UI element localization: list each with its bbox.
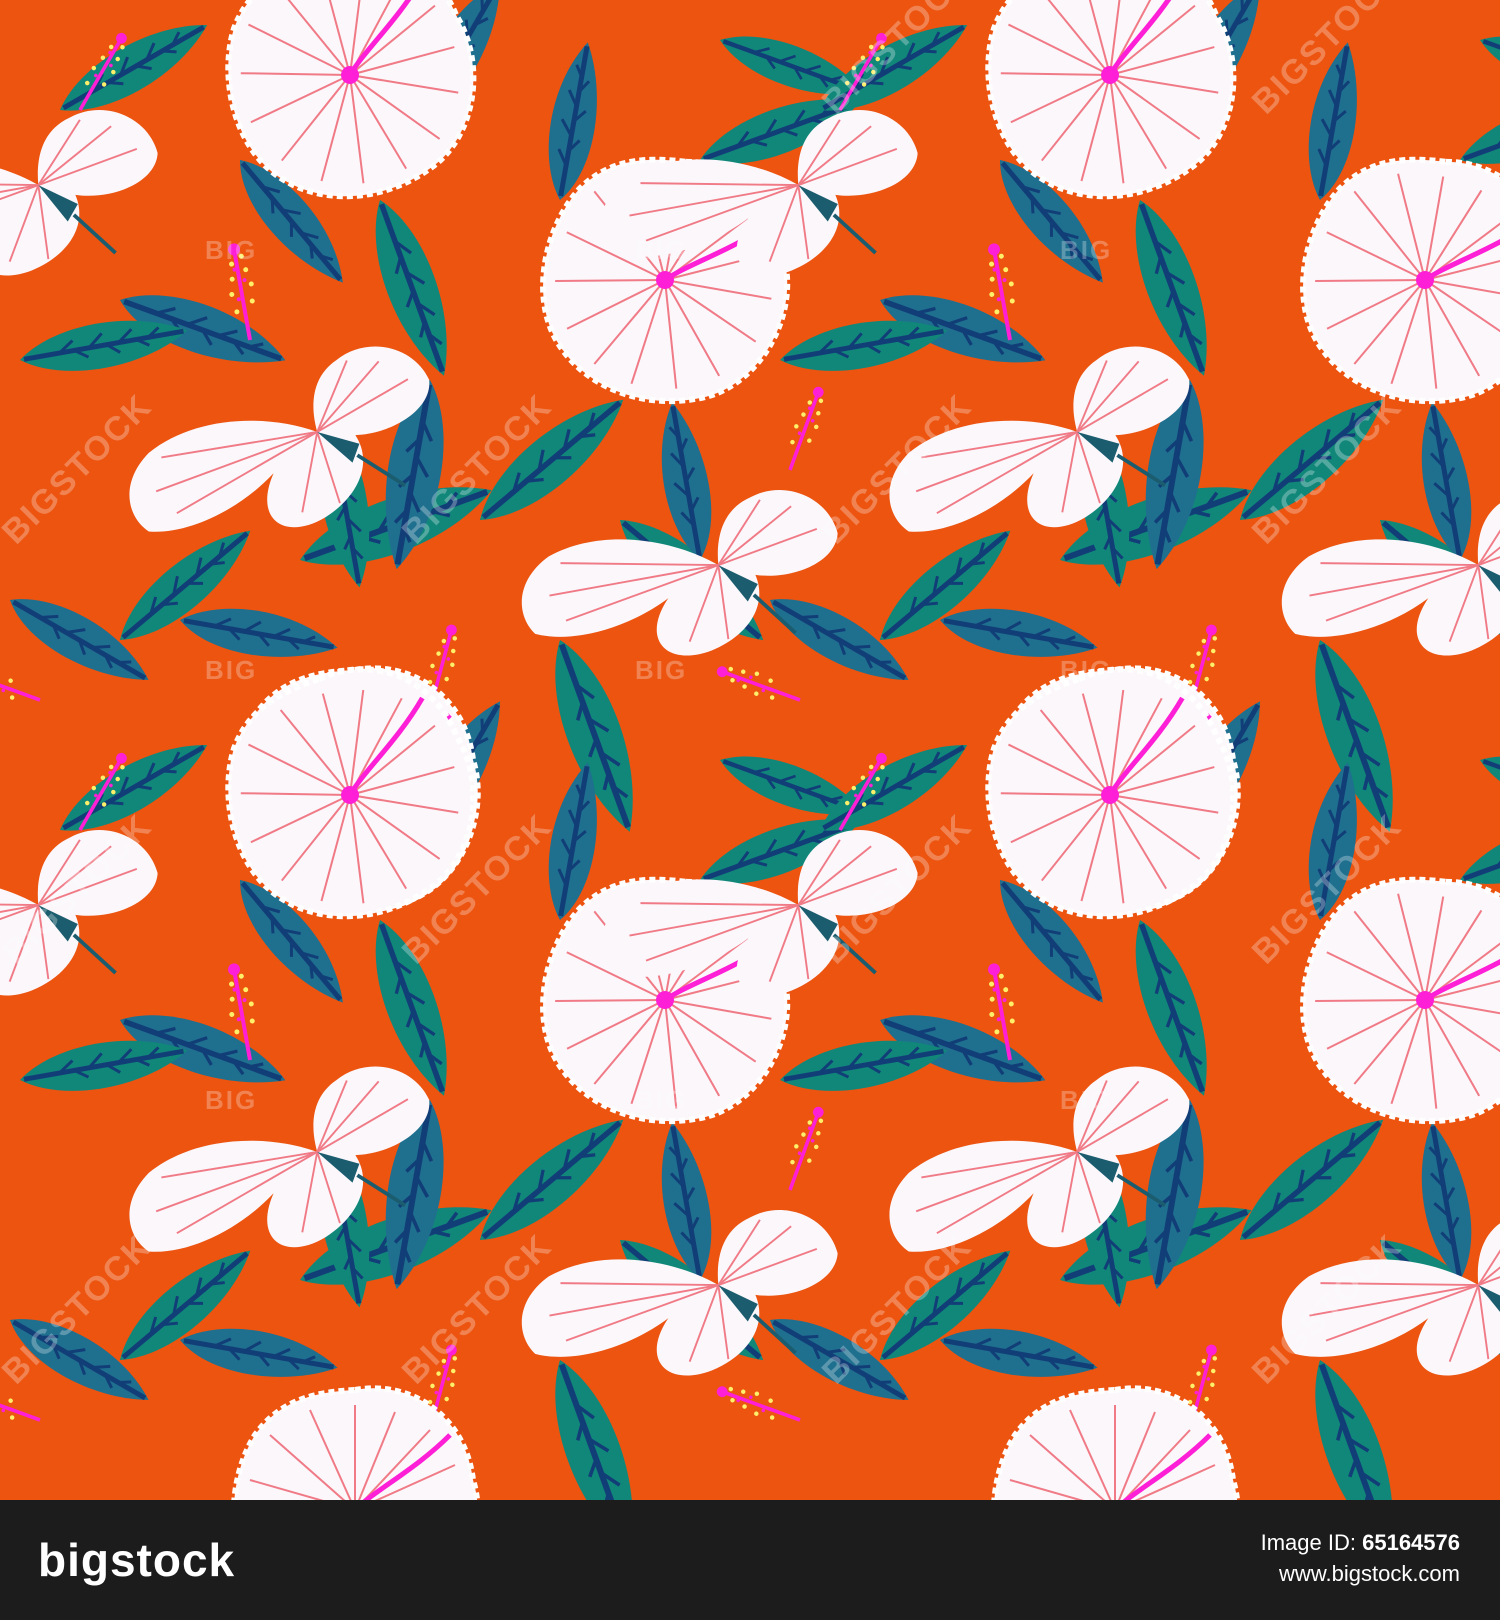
floral-pattern-image: BIG BIG BIG BIG BIG BIG BIG BIG BIG BIGSTOCK BIGST…	[0, 0, 1500, 1500]
hibiscus-pattern-svg	[0, 0, 1500, 1500]
site-url: www.bigstock.com	[1279, 1561, 1460, 1586]
image-id-value: 65164576	[1362, 1530, 1460, 1555]
bigstock-logo: bigstock	[38, 1534, 236, 1586]
image-id-label: Image ID:	[1260, 1530, 1356, 1555]
stock-footer-bar: bigstock Image ID: 65164576 www.bigstock…	[0, 1500, 1500, 1620]
image-info: Image ID: 65164576 www.bigstock.com	[1261, 1528, 1460, 1590]
image-id-line: Image ID: 65164576	[1261, 1528, 1460, 1558]
